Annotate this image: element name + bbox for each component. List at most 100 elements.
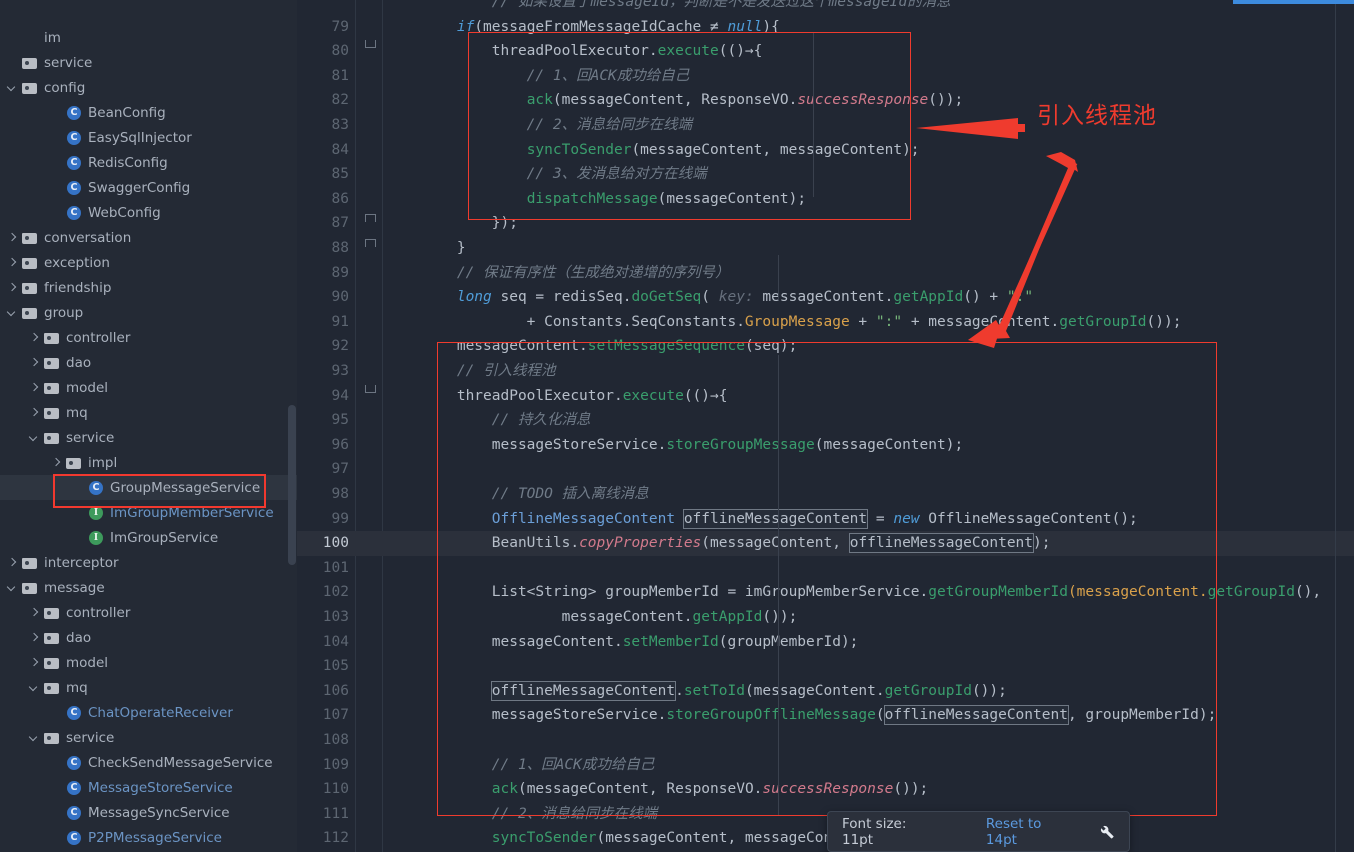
chevron-down-icon[interactable] — [6, 306, 19, 319]
tree-item-service[interactable]: service — [0, 50, 297, 75]
chevron-down-icon[interactable] — [6, 81, 19, 94]
tree-item-imgroupservice[interactable]: ImGroupService — [0, 525, 297, 550]
code-line-100[interactable]: 100 BeanUtils.copyProperties(messageCont… — [297, 531, 1354, 556]
tree-item-mq[interactable]: mq — [0, 400, 297, 425]
code-line-91[interactable]: 91 + Constants.SeqConstants.GroupMessage… — [297, 310, 1354, 335]
tree-item-redisconfig[interactable]: RedisConfig — [0, 150, 297, 175]
code-content[interactable]: // 如果设置了messageId，判断是不是发送过这个messageId的消息… — [297, 0, 1354, 852]
chevron-right-icon[interactable] — [6, 556, 19, 569]
tree-item-swaggerconfig[interactable]: SwaggerConfig — [0, 175, 297, 200]
chevron-right-icon[interactable] — [28, 356, 41, 369]
code-line-108[interactable]: 108 — [297, 728, 1354, 753]
tree-item-controller[interactable]: controller — [0, 325, 297, 350]
code-line-111[interactable]: 111 // 2、消息给同步在线端 — [297, 802, 1354, 827]
chevron-right-icon[interactable] — [28, 406, 41, 419]
code-line-92[interactable]: 92 messageContent.setMessageSequence(seq… — [297, 334, 1354, 359]
code-line-99[interactable]: 99 OfflineMessageContent offlineMessageC… — [297, 507, 1354, 532]
chevron-right-icon[interactable] — [28, 656, 41, 669]
code-fold-start-icon[interactable] — [365, 384, 376, 395]
tree-item-chatoperatereceiver[interactable]: ChatOperateReceiver — [0, 700, 297, 725]
code-fold-start-icon[interactable] — [365, 39, 376, 50]
font-size-popup[interactable]: Font size: 11pt Reset to 14pt — [827, 811, 1130, 852]
code-line-82[interactable]: 82 ack(messageContent, ResponseVO.succes… — [297, 88, 1354, 113]
chevron-down-icon[interactable] — [6, 581, 19, 594]
code-line-79[interactable]: 79 if(messageFromMessageIdCache ≠ null){ — [297, 15, 1354, 40]
tree-item-model[interactable]: model — [0, 375, 297, 400]
tree-item-config[interactable]: config — [0, 75, 297, 100]
code-line-104[interactable]: 104 messageContent.setMemberId(groupMemb… — [297, 630, 1354, 655]
tree-item-group[interactable]: group — [0, 300, 297, 325]
tree-item-checksendmessageservice[interactable]: CheckSendMessageService — [0, 750, 297, 775]
tree-item-dao[interactable]: dao — [0, 350, 297, 375]
code-line-98[interactable]: 98 // TODO 插入离线消息 — [297, 482, 1354, 507]
code-line-96[interactable]: 96 messageStoreService.storeGroupMessage… — [297, 433, 1354, 458]
chevron-right-icon[interactable] — [50, 456, 63, 469]
code-fold-end-icon[interactable] — [365, 211, 376, 223]
code-line-107[interactable]: 107 messageStoreService.storeGroupOfflin… — [297, 703, 1354, 728]
chevron-down-icon[interactable] — [28, 731, 41, 744]
code-line-88[interactable]: 88 } — [297, 236, 1354, 261]
code-line-97[interactable]: 97 — [297, 457, 1354, 482]
chevron-right-icon[interactable] — [28, 606, 41, 619]
code-line-102[interactable]: 102 List<String> groupMemberId = imGroup… — [297, 580, 1354, 605]
chevron-right-icon[interactable] — [28, 331, 41, 344]
code-line-109[interactable]: 109 // 1、回ACK成功给自己 — [297, 753, 1354, 778]
code-line-112[interactable]: 112 syncToSender(messageContent, message… — [297, 826, 1354, 851]
sidebar-scrollbar[interactable] — [288, 405, 296, 565]
tree-item-beanconfig[interactable]: BeanConfig — [0, 100, 297, 125]
code-line-110[interactable]: 110 ack(messageContent, ResponseVO.succe… — [297, 777, 1354, 802]
tree-item-friendship[interactable]: friendship — [0, 275, 297, 300]
tree-item-p2pmessageservice[interactable]: P2PMessageService — [0, 825, 297, 850]
code-line-105[interactable]: 105 — [297, 654, 1354, 679]
project-tree-sidebar[interactable]: im service configBeanConfig EasySqlInjector… — [0, 0, 297, 852]
code-line-83[interactable]: 83 // 2、消息给同步在线端 — [297, 113, 1354, 138]
code-fold-end-icon[interactable] — [365, 236, 376, 247]
code-line-95[interactable]: 95 // 持久化消息 — [297, 408, 1354, 433]
scrollbar-top-marker[interactable] — [1233, 0, 1354, 4]
code-line-84[interactable]: 84 syncToSender(messageContent, messageC… — [297, 138, 1354, 163]
code-line-81[interactable]: 81 // 1、回ACK成功给自己 — [297, 64, 1354, 89]
code-line-86[interactable]: 86 dispatchMessage(messageContent); — [297, 187, 1354, 212]
code-line-90[interactable]: 90 long seq = redisSeq.doGetSeq( key: me… — [297, 285, 1354, 310]
reset-font-size-link[interactable]: Reset to 14pt — [986, 816, 1076, 848]
tree-item-controller[interactable]: controller — [0, 600, 297, 625]
chevron-right-icon[interactable] — [6, 256, 19, 269]
code-line-89[interactable]: 89 // 保证有序性（生成绝对递增的序列号） — [297, 261, 1354, 286]
tree-item-impl[interactable]: impl — [0, 450, 297, 475]
code-line-94[interactable]: 94 threadPoolExecutor.execute(()→{ — [297, 384, 1354, 409]
tree-item-dao[interactable]: dao — [0, 625, 297, 650]
tree-item-service[interactable]: service — [0, 425, 297, 450]
tree-item-conversation[interactable]: conversation — [0, 225, 297, 250]
tree-item-easysqlinjector[interactable]: EasySqlInjector — [0, 125, 297, 150]
tree-item-im[interactable]: im — [0, 25, 297, 50]
code-line-101[interactable]: 101 — [297, 556, 1354, 581]
chevron-right-icon[interactable] — [28, 631, 41, 644]
tree-item-label: ImGroupService — [110, 529, 219, 546]
wrench-icon[interactable] — [1098, 823, 1115, 840]
tree-item-message[interactable]: message — [0, 575, 297, 600]
chevron-right-icon[interactable] — [6, 231, 19, 244]
code-line-106[interactable]: 106 offlineMessageContent.setToId(messag… — [297, 679, 1354, 704]
code-line-partial[interactable]: // 如果设置了messageId，判断是不是发送过这个messageId的消息 — [297, 0, 1354, 15]
code-line-80[interactable]: 80 threadPoolExecutor.execute(()→{ — [297, 39, 1354, 64]
chevron-right-icon[interactable] — [28, 381, 41, 394]
tree-item-messagesyncservice[interactable]: MessageSyncService — [0, 800, 297, 825]
code-line-103[interactable]: 103 messageContent.getAppId()); — [297, 605, 1354, 630]
tree-item-webconfig[interactable]: WebConfig — [0, 200, 297, 225]
tree-item-groupmessageservice[interactable]: GroupMessageService — [0, 475, 297, 500]
tree-item-model[interactable]: model — [0, 650, 297, 675]
tree-item-messagestoreservice[interactable]: MessageStoreService — [0, 775, 297, 800]
chevron-right-icon[interactable] — [6, 281, 19, 294]
code-line-85[interactable]: 85 // 3、发消息给对方在线端 — [297, 162, 1354, 187]
class-icon — [66, 155, 82, 171]
chevron-down-icon[interactable] — [28, 681, 41, 694]
code-line-87[interactable]: 87 }); — [297, 211, 1354, 236]
tree-item-imgroupmemberservice[interactable]: ImGroupMemberService — [0, 500, 297, 525]
code-editor[interactable]: // 如果设置了messageId，判断是不是发送过这个messageId的消息… — [297, 0, 1354, 852]
code-line-93[interactable]: 93 // 引入线程池 — [297, 359, 1354, 384]
tree-item-mq[interactable]: mq — [0, 675, 297, 700]
chevron-down-icon[interactable] — [28, 431, 41, 444]
tree-item-service[interactable]: service — [0, 725, 297, 750]
tree-item-exception[interactable]: exception — [0, 250, 297, 275]
tree-item-interceptor[interactable]: interceptor — [0, 550, 297, 575]
